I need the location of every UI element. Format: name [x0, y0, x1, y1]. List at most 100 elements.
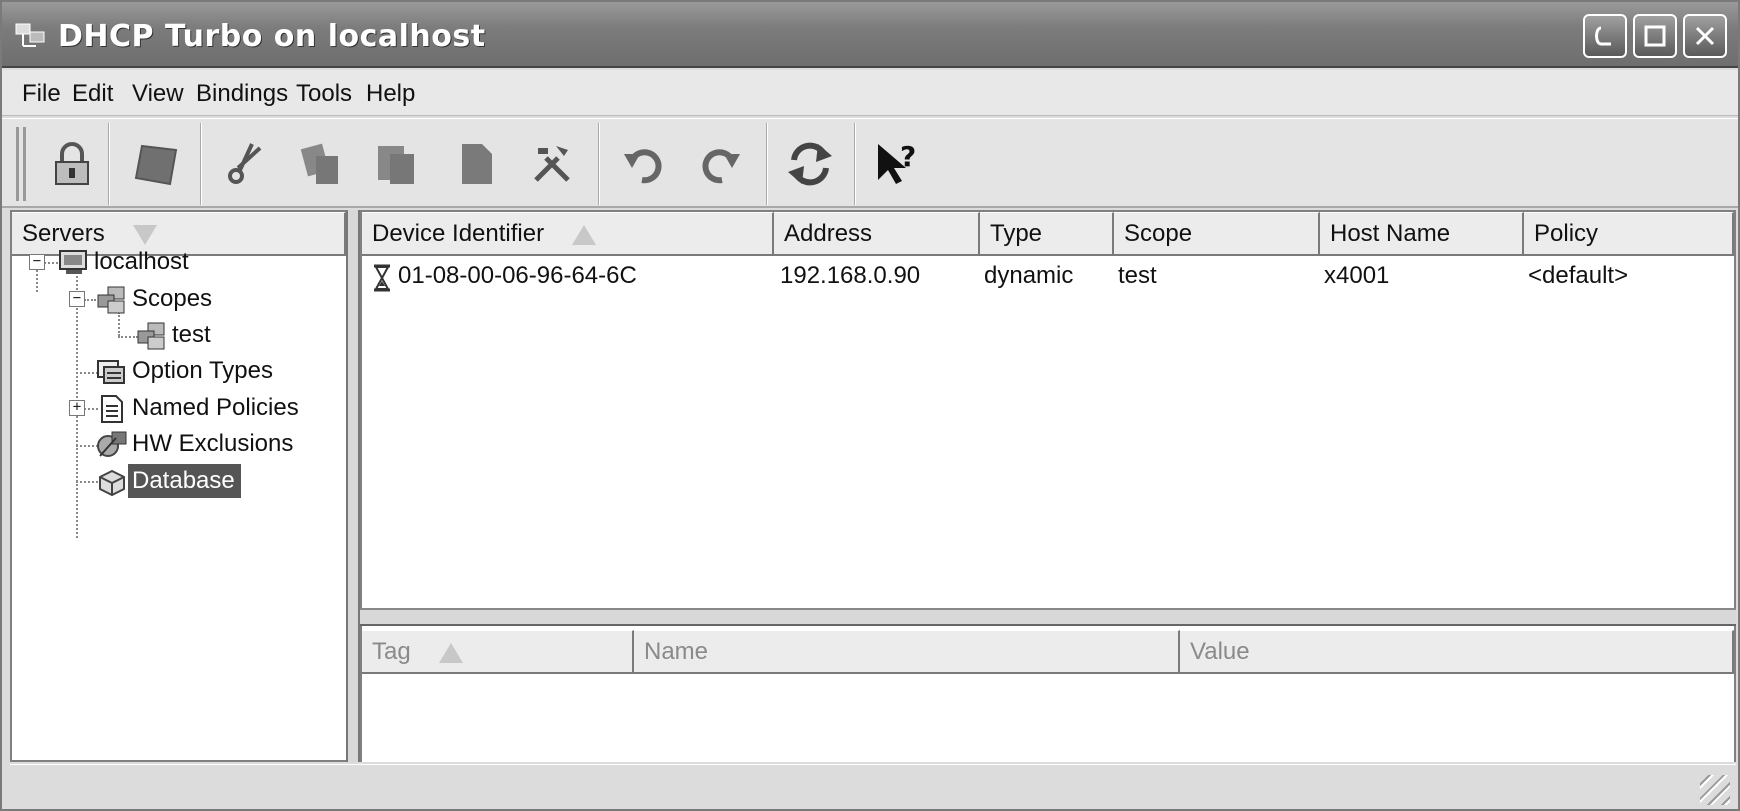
- column-header-scope[interactable]: Scope: [1114, 212, 1320, 256]
- tree-line: [36, 270, 38, 292]
- column-header-label: Device Identifier: [372, 220, 545, 247]
- column-header-address[interactable]: Address: [774, 212, 980, 256]
- app-window: DHCP Turbo on localhost File Edit View B…: [0, 0, 1740, 811]
- undo-icon: [624, 149, 662, 184]
- window-title: DHCP Turbo on localhost: [58, 19, 486, 54]
- stop-button[interactable]: [126, 135, 186, 193]
- whats-this-help-icon: ?: [878, 140, 916, 184]
- title-bar[interactable]: DHCP Turbo on localhost: [2, 2, 1738, 68]
- tools-icon: [534, 146, 570, 182]
- tools-button[interactable]: [522, 135, 582, 193]
- menu-edit[interactable]: Edit: [72, 80, 113, 108]
- undo-button[interactable]: [614, 135, 674, 193]
- copy-icon: [300, 143, 338, 184]
- toolbar-separator: [854, 123, 856, 205]
- lock-icon: [55, 142, 89, 185]
- tree-node-database[interactable]: Database: [96, 464, 241, 498]
- horizontal-splitter[interactable]: [360, 608, 1736, 626]
- column-header-value[interactable]: Value: [1180, 630, 1734, 674]
- menu-view[interactable]: View: [132, 80, 184, 108]
- column-header-type[interactable]: Type: [980, 212, 1114, 256]
- expand-toggle-named-policies[interactable]: +: [69, 400, 85, 416]
- sort-ascending-icon: [572, 224, 597, 245]
- menu-tools[interactable]: Tools: [296, 80, 352, 108]
- column-header-host-name[interactable]: Host Name: [1320, 212, 1524, 256]
- tree-label: Option Types: [132, 357, 273, 384]
- paste-button[interactable]: [366, 135, 426, 193]
- tree-node-scope-test[interactable]: test: [136, 318, 217, 352]
- sort-descending-icon: [132, 224, 157, 245]
- redo-icon: [702, 149, 740, 184]
- sort-ascending-icon: [438, 642, 463, 663]
- tree-node-scopes[interactable]: Scopes: [96, 282, 218, 316]
- collapse-toggle-scopes[interactable]: −: [69, 291, 85, 307]
- tree-node-named-policies[interactable]: Named Policies: [96, 391, 305, 425]
- toolbar: ?: [2, 118, 1738, 208]
- scope-icon: [137, 322, 165, 350]
- toolbar-separator: [108, 123, 110, 205]
- tree-line: [84, 299, 96, 301]
- column-header-device-identifier[interactable]: Device Identifier: [362, 212, 774, 256]
- column-header-policy[interactable]: Policy: [1524, 212, 1734, 256]
- tree-label: test: [172, 321, 211, 348]
- refresh-button[interactable]: [780, 135, 840, 193]
- minimize-button[interactable]: [1583, 14, 1627, 58]
- tree-line: [76, 445, 98, 447]
- close-button[interactable]: [1683, 14, 1727, 58]
- menu-bar: File Edit View Bindings Tools Help: [2, 70, 1738, 116]
- menu-help[interactable]: Help: [366, 80, 415, 108]
- cut-icon: [228, 143, 262, 184]
- cut-button[interactable]: [216, 135, 276, 193]
- hourglass-icon: [374, 264, 390, 292]
- scopes-icon: [97, 286, 125, 314]
- tree-line: [76, 481, 98, 483]
- close-icon: [1695, 26, 1715, 46]
- cell-host-name: x4001: [1324, 262, 1390, 289]
- document-icon: [101, 394, 123, 423]
- cell-type: dynamic: [984, 262, 1074, 289]
- toolbar-separator: [766, 123, 768, 205]
- maximize-button[interactable]: [1633, 14, 1677, 58]
- collapse-toggle-localhost[interactable]: −: [29, 254, 45, 270]
- new-document-button[interactable]: [446, 135, 506, 193]
- tree-line: [118, 336, 138, 338]
- vertical-splitter[interactable]: [346, 210, 360, 762]
- column-header-tag[interactable]: Tag: [362, 630, 634, 674]
- lock-button[interactable]: [42, 135, 102, 193]
- tree-label: localhost: [94, 248, 189, 275]
- toolbar-grip[interactable]: [16, 127, 26, 201]
- tree-line: [44, 262, 58, 264]
- copy-button[interactable]: [292, 135, 352, 193]
- option-types-icon: [97, 359, 125, 384]
- whats-this-help-button[interactable]: ?: [866, 135, 926, 193]
- tree-line: [76, 372, 98, 374]
- tree-node-hw-exclusions[interactable]: HW Exclusions: [96, 427, 299, 461]
- resize-grip[interactable]: [1700, 775, 1730, 805]
- cell-policy: <default>: [1528, 262, 1629, 289]
- column-header-name[interactable]: Name: [634, 630, 1180, 674]
- servers-pane[interactable]: Servers − localhost − Scopes test Option…: [10, 210, 346, 762]
- options-list[interactable]: Tag Name Value: [360, 626, 1736, 762]
- tree-label: Named Policies: [132, 394, 299, 421]
- cell-scope: test: [1118, 262, 1157, 289]
- maximize-icon: [1644, 25, 1666, 47]
- document-icon: [462, 144, 492, 184]
- minimize-icon: [1595, 26, 1611, 46]
- column-header-label: Tag: [372, 638, 411, 665]
- cell-device-identifier: 01-08-00-06-96-64-6C: [398, 262, 637, 289]
- tree-label: Scopes: [132, 285, 213, 312]
- app-icon: [15, 23, 45, 47]
- svg-text:?: ?: [900, 140, 916, 173]
- menu-bindings[interactable]: Bindings: [196, 80, 288, 108]
- computer-icon: [59, 249, 87, 274]
- servers-header-label: Servers: [22, 220, 105, 247]
- tree-node-option-types[interactable]: Option Types: [96, 354, 279, 388]
- refresh-icon: [788, 142, 832, 186]
- tree-label: HW Exclusions: [132, 430, 294, 457]
- tree-node-localhost[interactable]: localhost: [58, 245, 195, 279]
- paste-icon: [378, 146, 414, 184]
- redo-button[interactable]: [690, 135, 750, 193]
- database-icon: [99, 469, 125, 496]
- toolbar-separator: [598, 123, 600, 205]
- menu-file[interactable]: File: [22, 80, 61, 108]
